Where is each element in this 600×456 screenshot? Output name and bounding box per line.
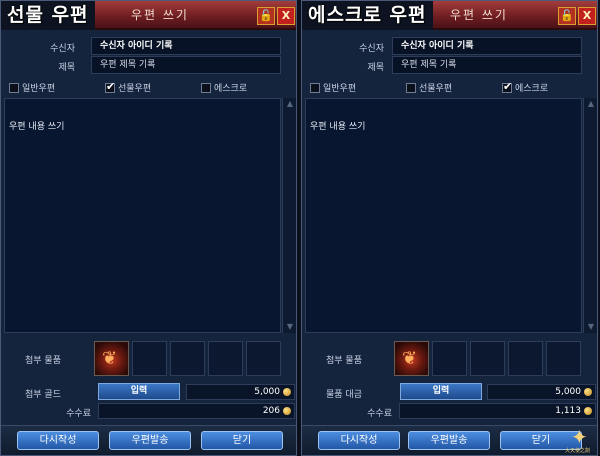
scroll-up-icon[interactable]: ▲ — [283, 98, 296, 110]
subject-label: 제목 — [367, 63, 384, 73]
recipient-label: 수신자 — [50, 44, 75, 54]
check-icon: ✔ — [106, 79, 116, 93]
checkbox-normal-mail[interactable]: 일반우편 — [310, 81, 356, 95]
checkbox-box[interactable]: ✔ — [502, 79, 513, 93]
coin-icon — [283, 388, 291, 396]
window-title: 우편 쓰기 — [450, 8, 508, 22]
recipient-input[interactable]: 수신자 아이디 기록 — [392, 37, 582, 55]
watermark-text: 大天使之劍 — [565, 448, 591, 454]
checkbox-box[interactable] — [310, 82, 320, 93]
fee-amount-value: 206 — [262, 406, 280, 416]
close-button[interactable]: X — [277, 7, 295, 25]
checkbox-gift-mail[interactable]: ✔ 선물우편 — [105, 79, 152, 95]
scrollbar[interactable]: ▲ ▼ — [282, 98, 296, 333]
scroll-down-icon[interactable]: ▼ — [283, 321, 296, 333]
close-window-button[interactable]: 닫기 — [201, 431, 283, 450]
attachment-slot[interactable] — [508, 341, 543, 376]
attachment-slot[interactable] — [132, 341, 167, 376]
coin-icon — [283, 407, 291, 415]
attachment-slot[interactable] — [432, 341, 467, 376]
action-bar: 다시작성 우편발송 닫기 ✦ 大天使之劍 — [302, 425, 597, 455]
attachment-slot[interactable] — [208, 341, 243, 376]
gold-amount: 5,000 — [186, 384, 295, 400]
checkbox-escrow[interactable]: ✔ 에스크로 — [502, 79, 549, 95]
rewrite-button[interactable]: 다시작성 — [318, 431, 400, 450]
gold-amount-value: 5,000 — [254, 387, 280, 397]
attachment-slot-item[interactable]: ❦ — [394, 341, 429, 376]
checkbox-normal-mail[interactable]: 일반우편 — [9, 81, 55, 95]
game-logo: ✦ 大天使之劍 — [565, 425, 595, 455]
item-icon: ❦ — [102, 348, 118, 369]
recipient-label: 수신자 — [359, 44, 384, 54]
scroll-down-icon[interactable]: ▼ — [584, 321, 597, 333]
attachment-slot[interactable] — [246, 341, 281, 376]
fee-amount-value: 1,113 — [555, 406, 581, 416]
rewrite-button[interactable]: 다시작성 — [17, 431, 99, 450]
scroll-up-icon[interactable]: ▲ — [584, 98, 597, 110]
coin-icon — [584, 388, 592, 396]
attachment-slot[interactable] — [546, 341, 581, 376]
mail-body-textarea[interactable]: 우편 내용 쓰기 — [305, 98, 582, 333]
checkbox-label: 일반우편 — [323, 84, 357, 94]
attach-label: 첨부 물품 — [25, 356, 61, 366]
subject-input[interactable]: 우편 제목 기록 — [91, 56, 281, 74]
action-bar: 다시작성 우편발송 닫기 — [1, 425, 296, 455]
mail-body-textarea[interactable]: 우편 내용 쓰기 — [4, 98, 281, 333]
panel-tag: 에스크로 우편 — [302, 1, 433, 30]
checkbox-escrow[interactable]: 에스크로 — [201, 81, 247, 95]
gold-amount: 5,000 — [487, 384, 596, 400]
checkbox-box[interactable] — [406, 82, 416, 93]
panel-tag: 선물 우편 — [1, 1, 95, 30]
gold-label: 첨부 골드 — [25, 390, 61, 400]
scrollbar[interactable]: ▲ ▼ — [583, 98, 597, 333]
mail-body-text: 우편 내용 쓰기 — [310, 122, 366, 132]
gold-input-button[interactable]: 입력 — [98, 383, 180, 400]
fee-label: 수수료 — [66, 409, 91, 419]
checkbox-label: 에스크로 — [214, 84, 248, 94]
checkbox-box[interactable]: ✔ — [105, 79, 116, 93]
send-mail-button[interactable]: 우편발송 — [109, 431, 191, 450]
coin-icon — [584, 407, 592, 415]
send-mail-button[interactable]: 우편발송 — [408, 431, 490, 450]
gold-amount-value: 5,000 — [555, 387, 581, 397]
gold-label: 물품 대금 — [326, 390, 362, 400]
checkbox-box[interactable] — [201, 82, 211, 93]
attachment-slot[interactable] — [470, 341, 505, 376]
mail-window-escrow: 에스크로 우편 우편 쓰기 🔓 X 수신자 수신자 아이디 기록 제목 우편 제… — [301, 0, 598, 456]
checkbox-label: 선물우편 — [419, 84, 453, 94]
lock-icon[interactable]: 🔓 — [257, 7, 275, 25]
lock-icon[interactable]: 🔓 — [558, 7, 576, 25]
attachment-slot[interactable] — [170, 341, 205, 376]
checkbox-label: 에스크로 — [515, 84, 549, 94]
subject-label: 제목 — [58, 63, 75, 73]
checkbox-box[interactable] — [9, 82, 19, 93]
fee-label: 수수료 — [367, 409, 392, 419]
window-title: 우편 쓰기 — [131, 8, 189, 22]
gold-input-button[interactable]: 입력 — [400, 383, 482, 400]
logo-star-icon: ✦ — [571, 425, 588, 449]
attach-label: 첨부 물품 — [326, 356, 362, 366]
mail-body-text: 우편 내용 쓰기 — [9, 122, 65, 132]
checkbox-label: 선물우편 — [118, 84, 152, 94]
checkbox-gift-mail[interactable]: 선물우편 — [406, 81, 452, 95]
recipient-input[interactable]: 수신자 아이디 기록 — [91, 37, 281, 55]
attachment-slot-item[interactable]: ❦ — [94, 341, 129, 376]
close-button[interactable]: X — [578, 7, 596, 25]
fee-amount: 1,113 — [399, 403, 596, 419]
item-icon: ❦ — [402, 348, 418, 369]
mail-window-gift: 선물 우편 우편 쓰기 🔓 X 수신자 수신자 아이디 기록 제목 우편 제목 … — [0, 0, 297, 456]
checkbox-label: 일반우편 — [22, 84, 56, 94]
check-icon: ✔ — [503, 79, 513, 93]
subject-input[interactable]: 우편 제목 기록 — [392, 56, 582, 74]
fee-amount: 206 — [98, 403, 295, 419]
